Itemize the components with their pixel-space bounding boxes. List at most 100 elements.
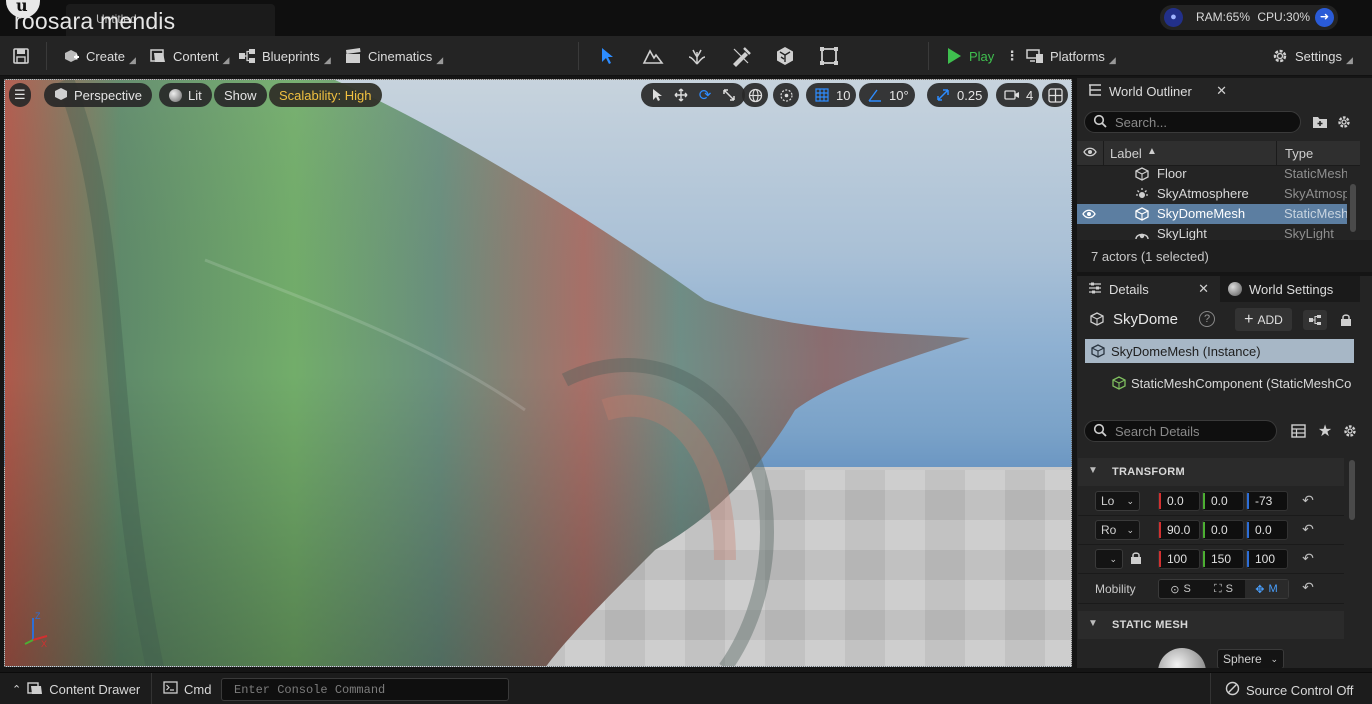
mobility-stationary-option[interactable]: ⛶ S: [1202, 580, 1245, 598]
location-mode-dropdown[interactable]: Lo ⌄: [1095, 491, 1140, 511]
static-mesh-section-header[interactable]: ▼ STATIC MESH: [1078, 611, 1344, 639]
landscape-mode-icon[interactable]: [642, 45, 664, 67]
outliner-row-skylight[interactable]: SkyLight SkyLight: [1077, 224, 1347, 240]
reset-arrow-icon[interactable]: ↶: [1299, 579, 1317, 597]
sort-ascending-icon: ▲: [1147, 146, 1157, 157]
close-tab-icon[interactable]: ✕: [1198, 281, 1209, 297]
rotation-snap-button[interactable]: 10°: [859, 83, 915, 107]
scale-y-field[interactable]: 150: [1202, 549, 1244, 569]
play-options-button[interactable]: ⋮: [1003, 44, 1021, 68]
main-toolbar: Create ◢ Content ◢ Blueprints ◢ Cinematics ◢: [0, 36, 1372, 76]
component-row-instance[interactable]: SkyDomeMesh (Instance): [1085, 339, 1354, 363]
rotation-z-field[interactable]: 0.0: [1246, 520, 1288, 540]
details-search-input[interactable]: [1115, 423, 1268, 439]
outliner-row-skydomemesh[interactable]: SkyDomeMesh StaticMesh: [1077, 204, 1347, 224]
scale-mode-dropdown[interactable]: ⌄: [1095, 549, 1123, 569]
scale-x-field[interactable]: 100: [1158, 549, 1200, 569]
user-overlay-name: roosara mendis: [14, 8, 176, 34]
outliner-search[interactable]: [1084, 111, 1301, 133]
rotation-y-field[interactable]: 0.0: [1202, 520, 1244, 540]
play-button[interactable]: Play: [945, 44, 994, 68]
modeling-mode-icon[interactable]: [818, 45, 840, 67]
reset-arrow-icon[interactable]: ↶: [1299, 550, 1317, 568]
favorite-star-icon[interactable]: ★: [1315, 421, 1335, 441]
viewport-layout-button[interactable]: [1042, 83, 1068, 107]
table-view-icon[interactable]: [1288, 421, 1308, 441]
outliner-row-skyatmosphere[interactable]: SkyAtmosphere SkyAtmosp: [1077, 184, 1347, 204]
scale-z-field[interactable]: 100: [1246, 549, 1288, 569]
scalability-button[interactable]: Scalability: High: [269, 83, 382, 107]
visibility-eye-icon[interactable]: [1083, 146, 1097, 161]
blueprint-convert-icon[interactable]: [1303, 310, 1327, 330]
location-x-field[interactable]: 0.0: [1158, 491, 1200, 511]
save-button[interactable]: [12, 44, 30, 68]
grid-snap-button[interactable]: 10: [806, 83, 857, 107]
platforms-button[interactable]: Platforms ◢: [1026, 44, 1116, 68]
mobility-static-option[interactable]: ⊙ S: [1159, 580, 1202, 598]
mobility-movable-option[interactable]: ✥ M: [1245, 580, 1288, 598]
type-column-header[interactable]: Type: [1285, 146, 1313, 161]
level-viewport[interactable]: ☰ Perspective Lit Show Scalability: High…: [4, 79, 1072, 667]
location-y-field[interactable]: 0.0: [1202, 491, 1244, 511]
perf-arrow-icon[interactable]: ➜: [1315, 8, 1334, 27]
console-command-box[interactable]: [221, 678, 509, 701]
lit-button[interactable]: Lit: [159, 83, 212, 107]
surface-snap-toggle[interactable]: [773, 83, 799, 107]
stationary-bracket-icon: ⛶: [1213, 582, 1222, 595]
console-command-input[interactable]: [222, 679, 508, 700]
scale-lock-icon[interactable]: [1130, 551, 1142, 568]
move-tool-icon[interactable]: [671, 85, 691, 105]
perspective-button[interactable]: Perspective: [44, 83, 152, 107]
world-outliner-tab[interactable]: World Outliner ✕: [1080, 78, 1235, 104]
close-tab-icon[interactable]: ✕: [1216, 83, 1227, 99]
content-button[interactable]: Content ◢: [149, 44, 229, 68]
actor-name[interactable]: SkyDome: [1113, 311, 1178, 328]
select-mode-icon[interactable]: [597, 45, 619, 67]
details-tab[interactable]: Details ✕: [1080, 276, 1217, 302]
component-row-staticmesh[interactable]: StaticMeshComponent (StaticMeshCo: [1085, 371, 1354, 395]
mesh-paint-mode-icon[interactable]: [730, 45, 752, 67]
mesh-thumbnail[interactable]: [1158, 648, 1206, 668]
camera-icon: [1002, 85, 1022, 105]
performance-indicator[interactable]: ● RAM:65% CPU:30% ➜: [1160, 5, 1338, 30]
world-local-toggle[interactable]: [742, 83, 768, 107]
add-component-button[interactable]: + ADD: [1235, 308, 1292, 331]
fracture-mode-icon[interactable]: [774, 45, 796, 67]
camera-speed-button[interactable]: 4: [996, 83, 1040, 107]
transform-section-header[interactable]: ▼ TRANSFORM: [1078, 458, 1344, 486]
add-folder-icon[interactable]: [1310, 112, 1330, 132]
lock-icon[interactable]: [1336, 310, 1356, 330]
scale-snap-button[interactable]: 0.25: [927, 83, 989, 107]
cinematics-button[interactable]: Cinematics ◢: [344, 44, 443, 68]
outliner-search-input[interactable]: [1115, 114, 1292, 130]
outliner-settings-gear-icon[interactable]: [1334, 112, 1354, 132]
location-z-field[interactable]: -73: [1246, 491, 1288, 511]
foliage-mode-icon[interactable]: [686, 45, 708, 67]
reset-arrow-icon[interactable]: ↶: [1299, 521, 1317, 539]
help-icon[interactable]: ?: [1199, 311, 1215, 327]
rotation-x-field[interactable]: 90.0: [1158, 520, 1200, 540]
viewport-options-button[interactable]: ☰: [9, 83, 31, 107]
details-search[interactable]: [1084, 420, 1277, 442]
blueprints-button[interactable]: Blueprints ◢: [238, 44, 331, 68]
settings-button[interactable]: Settings ◢: [1271, 44, 1353, 68]
content-drawer-button[interactable]: ⌃ Content Drawer: [12, 681, 140, 698]
details-scrollbar[interactable]: [1349, 460, 1355, 520]
source-control-button[interactable]: Source Control Off: [1225, 681, 1353, 699]
outliner-row-floor[interactable]: Floor StaticMesh: [1077, 164, 1347, 184]
rotate-tool-icon[interactable]: ⟳: [695, 85, 715, 105]
outliner-scrollbar[interactable]: [1350, 184, 1356, 232]
details-settings-gear-icon[interactable]: [1340, 421, 1360, 441]
label-column-header[interactable]: Label: [1110, 146, 1142, 161]
create-button[interactable]: Create ◢: [62, 44, 136, 68]
select-tool-icon[interactable]: [647, 85, 667, 105]
show-button[interactable]: Show: [214, 83, 267, 107]
cmd-button[interactable]: Cmd: [163, 681, 211, 697]
scale-tool-icon[interactable]: [719, 85, 739, 105]
static-mesh-dropdown[interactable]: Sphere ⌄: [1217, 649, 1284, 668]
reset-arrow-icon[interactable]: ↶: [1299, 492, 1317, 510]
world-settings-tab[interactable]: World Settings: [1220, 276, 1360, 302]
row-visibility-eye-icon[interactable]: [1082, 208, 1096, 223]
rotation-mode-dropdown[interactable]: Ro ⌄: [1095, 520, 1140, 540]
perf-sphere-icon: ●: [1164, 8, 1183, 27]
